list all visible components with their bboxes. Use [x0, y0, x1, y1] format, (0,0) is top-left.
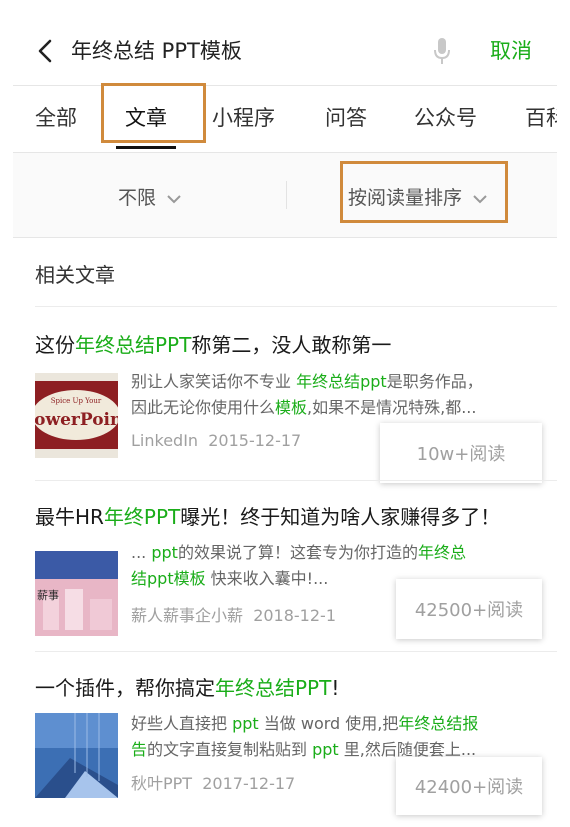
- article-meta: 秋叶PPT 2017-12-17: [131, 770, 295, 794]
- article-date: 2015-12-17: [208, 431, 302, 450]
- article-date: 2017-12-17: [202, 774, 296, 793]
- article-source: LinkedIn: [131, 431, 199, 450]
- article-thumbnail: 薪事: [35, 551, 118, 636]
- article-title: 一个插件，帮你搞定年终总结PPT!: [35, 676, 340, 700]
- article-source: 秋叶PPT: [131, 774, 193, 793]
- thumbnail-logo-text: PowerPoint: [35, 410, 118, 430]
- article-date: 2018-12-1: [253, 606, 336, 625]
- read-count-badge: 42400+阅读: [396, 757, 542, 815]
- article-meta: LinkedIn 2015-12-17: [131, 431, 301, 450]
- divider: [35, 480, 557, 481]
- article-thumbnail: [35, 713, 118, 798]
- tab-all[interactable]: 全部: [35, 102, 77, 132]
- thumbnail-label: 薪事: [37, 589, 59, 602]
- article-meta: 薪人薪事企小薪 2018-12-1: [131, 602, 336, 626]
- divider: [35, 651, 557, 652]
- category-tabs: 全部 文章 小程序 问答 公众号 百科: [13, 86, 557, 152]
- search-query-text[interactable]: 年终总结 PPT模板: [71, 35, 242, 65]
- active-tab-indicator: [116, 146, 176, 149]
- tab-encyclopedia[interactable]: 百科: [525, 102, 557, 132]
- time-filter[interactable]: 不限: [118, 183, 182, 210]
- divider: [35, 306, 557, 307]
- article-snippet: 别让人家笑话你不专业 年终总结ppt是职务作品， 因此无论你使用什么模板,如果不…: [131, 372, 483, 417]
- tab-mini-programs[interactable]: 小程序: [212, 102, 275, 132]
- article-thumbnail: Spice Up Your PowerPoint: [35, 373, 118, 458]
- wechat-search-results: 年终总结 PPT模板 取消 全部 文章 小程序 问答 公众号 百科 不限 按阅读…: [13, 13, 557, 827]
- filter-divider: [286, 181, 287, 209]
- section-title: 相关文章: [35, 263, 115, 287]
- annotation-box-articles-tab: [101, 83, 206, 143]
- read-count-badge: 10w+阅读: [380, 423, 542, 483]
- divider: [13, 237, 557, 238]
- tab-qa[interactable]: 问答: [325, 102, 367, 132]
- read-count-badge: 42500+阅读: [396, 579, 542, 639]
- article-title: 这份年终总结PPT称第二，没人敢称第一: [35, 333, 392, 357]
- chevron-down-icon: [167, 194, 181, 203]
- article-snippet: 好些人直接把 ppt 当做 word 使用,把年终总结报 告的文字直接复制粘贴到…: [131, 714, 479, 759]
- article-title: 最牛HR年终PPT曝光！终于知道为啥人家赚得多了！: [35, 505, 501, 529]
- time-filter-label: 不限: [118, 187, 157, 209]
- search-bar: 年终总结 PPT模板 取消: [13, 13, 557, 85]
- microphone-icon[interactable]: [433, 37, 451, 65]
- cancel-button[interactable]: 取消: [490, 35, 532, 65]
- tab-official-accounts[interactable]: 公众号: [414, 102, 477, 132]
- back-arrow-icon[interactable]: [35, 38, 57, 64]
- thumbnail-caption: Spice Up Your: [51, 397, 102, 405]
- annotation-box-sort-filter: [340, 161, 508, 223]
- article-source: 薪人薪事企小薪: [131, 606, 244, 625]
